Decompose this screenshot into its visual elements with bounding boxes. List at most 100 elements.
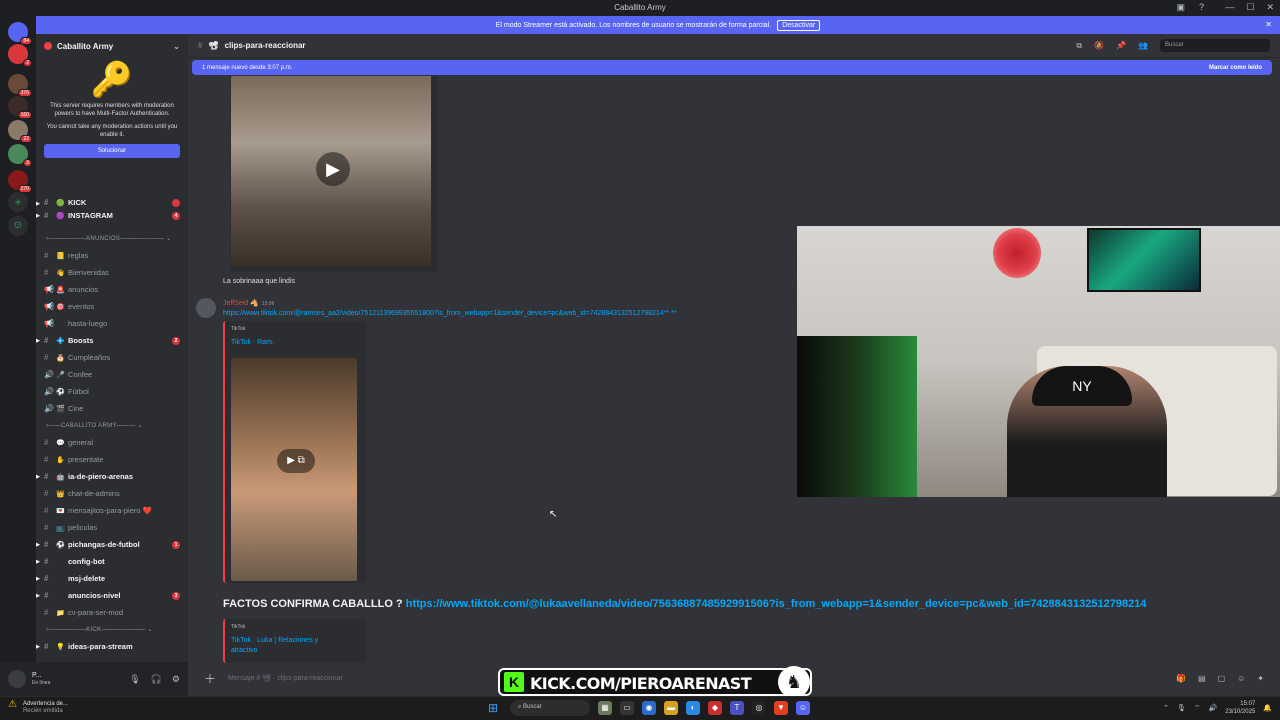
channel-item[interactable]: ▶ # 🟣 INSTAGRAM 4	[36, 207, 188, 224]
avatar[interactable]	[196, 298, 216, 318]
play-icon[interactable]: ▶ ⧉	[277, 449, 315, 473]
message-text: La sobrinaaa que lindis	[223, 278, 295, 285]
embed-title[interactable]: TikTok · Ram.	[231, 338, 274, 348]
channel-item[interactable]: # 👋 Bienvenidas	[36, 264, 188, 281]
category-anuncios[interactable]: ›—————— ANUNCIOS ——————— ⌄	[36, 230, 188, 247]
notification-bell-icon[interactable]: 🔕	[1094, 41, 1104, 50]
channel-item[interactable]: # 👑 chat-de-admins	[36, 485, 188, 502]
solucionar-button[interactable]: Solucionar	[44, 144, 180, 158]
channel-item[interactable]: # ✋ presentate	[36, 451, 188, 468]
channel-item[interactable]: 📢 hasta-luego	[36, 315, 188, 332]
message-text: FACTOS CONFIRMA CABALLLO ? https://www.t…	[223, 598, 1147, 610]
add-server-icon[interactable]: +	[8, 192, 28, 212]
emoji-icon[interactable]: ☺	[1237, 674, 1245, 683]
task-view-icon[interactable]: ▭	[620, 701, 634, 715]
deactivate-button[interactable]: Desactivar	[777, 19, 821, 31]
channel-item[interactable]: ▶ # anuncios-nivel 3	[36, 587, 188, 604]
threads-icon[interactable]: ⧉	[1076, 41, 1082, 51]
video-embed[interactable]: ▶	[230, 76, 438, 272]
channel-item[interactable]: 📢 🎯 eventos	[36, 298, 188, 315]
channel-item[interactable]: 📢 🚨 anuncios	[36, 281, 188, 298]
channel-item[interactable]: # 📺 peliculas	[36, 519, 188, 536]
channel-item[interactable]: 🔊 🎬 Cine	[36, 400, 188, 417]
network-icon[interactable]: ⌔	[1194, 704, 1201, 713]
channel-item[interactable]: # 📁 cv-para-ser-mod	[36, 604, 188, 621]
gif-icon[interactable]: ▤	[1198, 674, 1206, 683]
channel-item[interactable]: ▶ # msj-delete	[36, 570, 188, 587]
channel-item[interactable]: # 💌 mensajitos-para-piero ❤️	[36, 502, 188, 519]
home-button[interactable]: 84	[8, 22, 32, 45]
edge-icon[interactable]: ◐	[686, 701, 700, 715]
server-icon[interactable]: 270	[8, 170, 32, 193]
mouse-cursor-icon: ↖	[549, 509, 558, 520]
warning-notification[interactable]: ⚠ Advertencia de... Recién emitida	[8, 700, 68, 715]
tray-chevron-icon[interactable]: ⌃	[1163, 704, 1169, 712]
message-link[interactable]: https://www.tiktok.com/@ramses_aa2/video…	[223, 310, 677, 317]
server-icon[interactable]: 376	[8, 74, 32, 97]
channel-item[interactable]: # 📒 reglas	[36, 247, 188, 264]
explore-icon[interactable]: ⊙	[8, 216, 28, 236]
server-icon[interactable]: 160	[8, 96, 32, 119]
brave-icon[interactable]: ▼	[774, 701, 788, 715]
channel-type-icon: #	[44, 455, 49, 464]
copilot-icon[interactable]: ◉	[642, 701, 656, 715]
notifications-icon[interactable]: 🔔	[1263, 704, 1272, 712]
teams-icon[interactable]: T	[730, 701, 744, 715]
channel-emoji-icon: 🎂	[56, 354, 65, 362]
embed-title[interactable]: TikTok · Luka | Relaciones y atractivo	[231, 636, 341, 656]
obs-icon[interactable]: ◎	[752, 701, 766, 715]
channel-item[interactable]: ▶ # 💠 Boosts 2	[36, 332, 188, 349]
headphones-icon[interactable]: 🎧	[151, 674, 162, 685]
mark-as-read-button[interactable]: Marcar como leído	[1209, 65, 1262, 71]
maximize-icon[interactable]: ☐	[1246, 2, 1254, 13]
message-author[interactable]: JeffSeid 🐴 15:06	[223, 299, 274, 307]
channel-type-icon: #	[44, 557, 49, 566]
channel-item[interactable]: ▶ # 🟢 KICK	[36, 198, 188, 207]
category-kick[interactable]: ›—————— KICK ——————— ⌄	[36, 621, 188, 638]
search-input[interactable]: Buscar	[1160, 39, 1270, 52]
server-icon[interactable]: 2	[8, 44, 32, 67]
channel-item[interactable]: 🔊 ⚽ Fútbol	[36, 383, 188, 400]
pin-icon[interactable]: 📌	[1116, 41, 1126, 50]
members-icon[interactable]: 👥	[1138, 41, 1148, 50]
guild-header[interactable]: Caballito Army ⌄	[36, 34, 188, 58]
avatar[interactable]	[8, 670, 26, 688]
channel-item[interactable]: ▶ # 💡 ideas-para-stream	[36, 638, 188, 655]
message-link[interactable]: https://www.tiktok.com/@lukaavellaneda/v…	[406, 598, 1147, 610]
category-caballito-army[interactable]: ›—— CABALLITO ARMY ——— ⌄	[36, 417, 188, 434]
inbox-icon[interactable]: ▣	[1176, 2, 1185, 13]
help-icon[interactable]: ?	[1199, 2, 1204, 13]
app-icon[interactable]: ◆	[708, 701, 722, 715]
gift-icon[interactable]: 🎁	[1176, 674, 1186, 683]
channel-item[interactable]: ▶ # ⚽ pichangas-de-futbol 1	[36, 536, 188, 553]
taskbar-search[interactable]: ⌕ Buscar	[510, 700, 590, 716]
discord-icon[interactable]: ☺	[796, 701, 810, 715]
clock[interactable]: 15:07 23/10/2025	[1225, 700, 1255, 716]
plus-icon[interactable]: ＋	[204, 670, 216, 687]
windows-start-icon[interactable]: ⊞	[488, 701, 502, 715]
channel-item[interactable]: # 💬 general	[36, 434, 188, 451]
embed-provider: TikTok	[231, 326, 246, 332]
microphone-icon[interactable]: 🎙	[129, 674, 140, 685]
channel-type-icon: 🔊	[44, 387, 54, 396]
channel-item[interactable]: 🔊 🎤 Confee	[36, 366, 188, 383]
volume-icon[interactable]: 🔊	[1209, 704, 1218, 712]
new-messages-bar[interactable]: 1 mensaje nuevo desde 3:07 p.m. Marcar c…	[192, 60, 1272, 75]
server-list: 84 2 376 160 22 3 270 + ⊙	[0, 16, 36, 696]
channel-item[interactable]: ▶ # config-bot	[36, 553, 188, 570]
channel-item[interactable]: ▶ # 🤖 ia-de-piero-arenas	[36, 468, 188, 485]
microphone-icon[interactable]: 🎙	[1177, 704, 1186, 712]
widgets-icon[interactable]: ▦	[598, 701, 612, 715]
message-input[interactable]: Mensaje # 📽 · clips-para-reaccionar	[228, 674, 343, 682]
server-icon[interactable]: 3	[8, 144, 32, 167]
channel-item[interactable]: # 🎂 Cumpleaños	[36, 349, 188, 366]
minimize-icon[interactable]: —	[1225, 2, 1234, 13]
file-explorer-icon[interactable]: ▬	[664, 701, 678, 715]
sticker-icon[interactable]: ▢	[1218, 674, 1226, 683]
play-icon[interactable]: ▶	[316, 152, 350, 186]
gear-icon[interactable]: ⚙	[172, 674, 180, 685]
close-icon[interactable]: ✕	[1266, 2, 1274, 13]
close-icon[interactable]: ✕	[1265, 20, 1272, 29]
server-icon[interactable]: 22	[8, 120, 32, 143]
apps-icon[interactable]: ✦	[1257, 674, 1264, 683]
